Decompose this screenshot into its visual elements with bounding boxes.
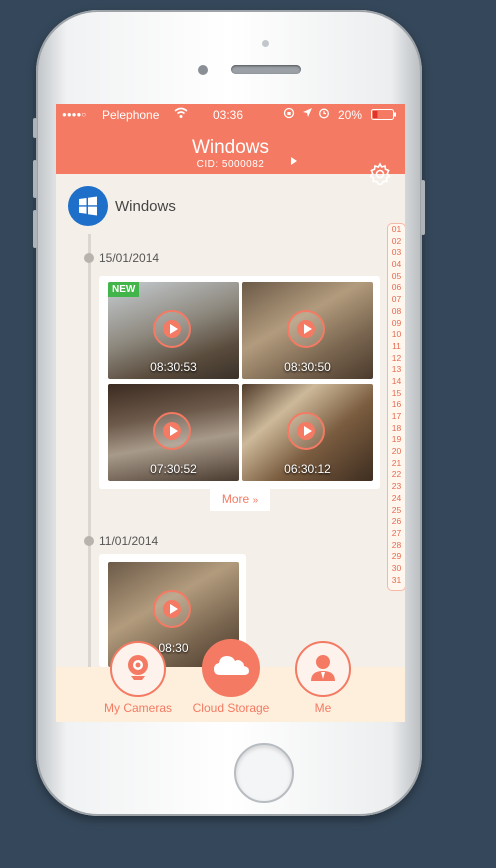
day-index-item[interactable]: 29 xyxy=(388,551,405,563)
day-index-item[interactable]: 27 xyxy=(388,528,405,540)
clock-time: 03:36 xyxy=(213,108,244,122)
day-index-item[interactable]: 22 xyxy=(388,469,405,481)
rotation-lock-icon xyxy=(283,107,295,122)
timeline-dot xyxy=(84,536,94,546)
status-bar: ●●●●○ Pelephone 03:36 20% xyxy=(56,104,405,126)
wifi-icon xyxy=(174,107,188,122)
nav-bar: Windows CID: 5000082 xyxy=(56,126,405,185)
clip-time: 08:30:53 xyxy=(150,360,197,374)
page-title: Windows xyxy=(191,137,270,158)
day-index-item[interactable]: 03 xyxy=(388,247,405,259)
volume-up-button xyxy=(33,160,37,198)
dropdown-caret-icon[interactable] xyxy=(291,157,297,165)
tab-label[interactable]: My Cameras xyxy=(88,701,188,715)
day-index-item[interactable]: 26 xyxy=(388,516,405,528)
proximity-sensor xyxy=(198,65,208,75)
day-index-item[interactable]: 16 xyxy=(388,399,405,411)
day-index-item[interactable]: 24 xyxy=(388,493,405,505)
camera-id-label[interactable]: CID: 5000082 xyxy=(56,159,405,170)
timeline-dot xyxy=(84,253,94,263)
play-button-icon[interactable] xyxy=(153,412,191,450)
day-index-item[interactable]: 07 xyxy=(388,294,405,306)
webcam-icon xyxy=(128,655,148,680)
camera-name: Windows xyxy=(115,198,176,215)
day-index-scroller[interactable]: 01 02 03 04 05 06 07 08 09 10 11 12 13 14 15 16 17 18 19 20… xyxy=(387,223,405,591)
day-index-item[interactable]: 12 xyxy=(388,353,405,365)
windows-logo-icon xyxy=(68,186,108,226)
timeline-line xyxy=(88,234,91,714)
day-index-item[interactable]: 06 xyxy=(388,282,405,294)
cloud-icon xyxy=(214,656,249,675)
alarm-icon xyxy=(318,107,330,122)
location-arrow-icon xyxy=(302,107,313,121)
clip-thumbnail[interactable]: 06:30:12 xyxy=(242,384,373,481)
carrier-label: Pelephone xyxy=(102,108,160,122)
day-index-item[interactable]: 21 xyxy=(388,458,405,470)
day-index-item[interactable]: 23 xyxy=(388,481,405,493)
new-badge: NEW xyxy=(108,282,140,297)
tab-my-cameras[interactable] xyxy=(110,641,166,697)
battery-percent: 20% xyxy=(338,108,363,122)
home-button[interactable] xyxy=(234,743,294,803)
play-button-icon[interactable] xyxy=(153,310,191,348)
clip-card: NEW 08:30:53 08:30:50 07:30:52 06:30:12 xyxy=(99,276,380,489)
clip-time: 08:30:50 xyxy=(284,360,331,374)
day-index-item[interactable]: 30 xyxy=(388,563,405,575)
clip-time: 07:30:52 xyxy=(150,462,197,476)
front-camera-dot xyxy=(262,40,269,47)
play-button-icon[interactable] xyxy=(287,412,325,450)
day-index-item[interactable]: 09 xyxy=(388,318,405,330)
user-icon xyxy=(311,655,335,681)
day-index-item[interactable]: 15 xyxy=(388,388,405,400)
tab-me[interactable] xyxy=(295,641,351,697)
date-label: 15/01/2014 xyxy=(99,251,160,265)
volume-down-button xyxy=(33,210,37,248)
play-button-icon[interactable] xyxy=(287,310,325,348)
more-label: More xyxy=(221,492,250,506)
date-label: 11/01/2014 xyxy=(99,534,159,548)
double-chevron-down-icon: » xyxy=(252,495,259,506)
day-index-item[interactable]: 08 xyxy=(388,306,405,318)
battery-icon xyxy=(371,109,397,124)
day-index-item[interactable]: 05 xyxy=(388,271,405,283)
day-index-item[interactable]: 19 xyxy=(388,434,405,446)
tab-label[interactable]: Cloud Storage xyxy=(181,701,281,715)
day-index-item[interactable]: 31 xyxy=(388,575,405,587)
earpiece-speaker xyxy=(231,65,301,74)
day-index-item[interactable]: 14 xyxy=(388,376,405,388)
day-index-item[interactable]: 11 xyxy=(388,341,405,353)
clip-thumbnail[interactable]: 08:30:50 xyxy=(242,282,373,379)
settings-gear-icon[interactable] xyxy=(368,162,392,191)
day-index-item[interactable]: 20 xyxy=(388,446,405,458)
day-index-item[interactable]: 17 xyxy=(388,411,405,423)
clip-time: 06:30:12 xyxy=(284,462,331,476)
clip-thumbnail[interactable]: NEW 08:30:53 xyxy=(108,282,239,379)
day-index-item[interactable]: 02 xyxy=(388,236,405,248)
day-index-item[interactable]: 18 xyxy=(388,423,405,435)
clip-thumbnail[interactable]: 07:30:52 xyxy=(108,384,239,481)
tab-label[interactable]: Me xyxy=(273,701,373,715)
day-index-item[interactable]: 25 xyxy=(388,505,405,517)
tab-cloud-storage[interactable] xyxy=(202,639,260,697)
day-index-item[interactable]: 13 xyxy=(388,364,405,376)
power-button xyxy=(421,180,425,235)
signal-dots-icon: ●●●●○ xyxy=(62,110,87,119)
mute-switch xyxy=(33,118,37,138)
bottom-tab-bar: My Cameras Cloud Storage Me xyxy=(56,639,405,722)
more-button[interactable]: More » xyxy=(210,489,270,511)
play-button-icon[interactable] xyxy=(153,590,191,628)
day-index-item[interactable]: 04 xyxy=(388,259,405,271)
day-index-item[interactable]: 28 xyxy=(388,540,405,552)
day-index-item[interactable]: 10 xyxy=(388,329,405,341)
day-index-item[interactable]: 01 xyxy=(388,224,405,236)
app-screen: ●●●●○ Pelephone 03:36 20% Windows CID: 5… xyxy=(56,104,405,722)
